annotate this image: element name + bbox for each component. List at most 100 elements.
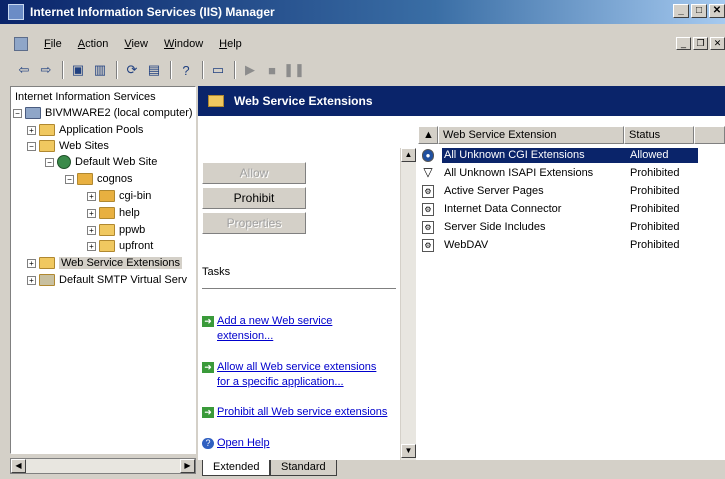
collapse-icon[interactable]: − xyxy=(13,108,22,118)
minimize-button[interactable]: _ xyxy=(673,4,689,18)
tree-item-label: upfront xyxy=(119,240,154,252)
tree-root[interactable]: Internet Information Services xyxy=(15,89,156,105)
tree-server[interactable]: − BIVMWARE2 (local computer) xyxy=(13,105,193,121)
extension-name: Active Server Pages xyxy=(444,185,544,197)
stop-icon[interactable]: ■ xyxy=(262,60,282,80)
extension-icon: ⚙ xyxy=(422,185,434,198)
list-row-isapi[interactable]: ▽ All Unknown ISAPI Extensions Prohibite… xyxy=(418,165,725,182)
collapse-icon[interactable]: − xyxy=(45,157,54,167)
tree-item-smtp[interactable]: + Default SMTP Virtual Serv xyxy=(27,272,187,288)
extensions-list[interactable]: ▲ Web Service Extension Status ● All Unk… xyxy=(418,126,725,460)
prohibit-button[interactable]: Prohibit xyxy=(202,187,306,209)
task-link-text[interactable]: Prohibit all Web service extensions xyxy=(217,405,387,420)
tree-horizontal-scrollbar[interactable]: ◀ ▶ xyxy=(10,458,196,474)
tasks-heading: Tasks xyxy=(202,266,231,278)
refresh-icon[interactable]: ⟳ xyxy=(122,60,142,80)
help-icon[interactable]: ? xyxy=(176,60,196,80)
expand-icon[interactable]: + xyxy=(27,258,36,268)
tab-standard[interactable]: Standard xyxy=(270,460,337,476)
task-link-text[interactable]: for a specific application... xyxy=(217,376,344,388)
forward-icon[interactable]: ⇨ xyxy=(36,60,56,80)
sort-column-header[interactable]: ▲ xyxy=(418,126,438,144)
expand-icon[interactable]: + xyxy=(87,225,96,235)
tree-item-app-pools[interactable]: + Application Pools xyxy=(27,122,143,138)
tree-item-cognos[interactable]: − cognos xyxy=(65,171,132,187)
expand-icon[interactable]: + xyxy=(27,125,36,135)
back-icon[interactable]: ⇦ xyxy=(14,60,34,80)
expand-icon[interactable]: + xyxy=(27,275,36,285)
menu-help[interactable]: Help xyxy=(211,38,250,50)
menu-window[interactable]: Window xyxy=(156,38,211,50)
column-header-extension[interactable]: Web Service Extension xyxy=(438,126,624,144)
show-hide-tree-icon[interactable]: ▥ xyxy=(90,60,110,80)
tree-item-upfront[interactable]: + upfront xyxy=(87,238,153,254)
expand-icon[interactable]: + xyxy=(87,191,96,201)
tree-item-label: Web Service Extensions xyxy=(59,257,183,269)
list-row-idc[interactable]: ⚙ Internet Data Connector Prohibited xyxy=(418,201,725,218)
pause-icon[interactable]: ❚❚ xyxy=(283,60,305,80)
tree-item-label: cognos xyxy=(97,173,133,185)
list-row-asp[interactable]: ⚙ Active Server Pages Prohibited xyxy=(418,183,725,200)
allow-button[interactable]: Allow xyxy=(202,162,306,184)
menu-action[interactable]: Action xyxy=(70,38,117,50)
extension-status: Prohibited xyxy=(630,167,680,179)
mmc-document-icon[interactable] xyxy=(14,37,28,51)
tree-pane[interactable]: Internet Information Services − BIVMWARE… xyxy=(10,86,196,454)
virtual-directory-icon xyxy=(77,173,93,185)
tree-item-help[interactable]: + help xyxy=(87,205,140,221)
tab-extended[interactable]: Extended xyxy=(202,460,271,476)
menu-file[interactable]: File xyxy=(36,38,70,50)
child-close-button[interactable]: ✕ xyxy=(710,37,725,50)
list-row-webdav[interactable]: ⚙ WebDAV Prohibited xyxy=(418,237,725,254)
tree-item-default-web-site[interactable]: − Default Web Site xyxy=(45,154,157,170)
task-add-extension-link[interactable]: ➜ Add a new Web service extension... xyxy=(202,314,398,344)
scroll-down-arrow-icon[interactable]: ▼ xyxy=(401,444,416,458)
play-icon[interactable]: ▶ xyxy=(240,60,260,80)
expand-icon[interactable]: + xyxy=(87,241,96,251)
tree-item-cgi-bin[interactable]: + cgi-bin xyxy=(87,188,151,204)
computer-icon[interactable]: ▭ xyxy=(208,60,228,80)
task-link-text[interactable]: Allow all Web service extensions xyxy=(217,361,376,373)
extension-icon: ⚙ xyxy=(422,221,434,234)
scroll-left-arrow-icon[interactable]: ◀ xyxy=(11,459,26,473)
column-header-status[interactable]: Status xyxy=(624,126,694,144)
extension-status: Allowed xyxy=(628,148,698,163)
tree-item-label: Web Sites xyxy=(59,140,109,152)
menu-view[interactable]: View xyxy=(116,38,156,50)
up-folder-icon[interactable]: ▣ xyxy=(68,60,88,80)
scroll-right-arrow-icon[interactable]: ▶ xyxy=(180,459,195,473)
tree-server-label: BIVMWARE2 (local computer) xyxy=(45,107,193,119)
export-list-icon[interactable]: ▤ xyxy=(144,60,164,80)
expand-icon[interactable]: + xyxy=(87,208,96,218)
taskpad: Allow Prohibit Properties Tasks ➜ Add a … xyxy=(198,116,398,460)
extension-icon: ⚙ xyxy=(422,239,434,252)
child-restore-button[interactable]: ❐ xyxy=(693,37,708,50)
view-tabs: Extended Standard xyxy=(198,460,725,479)
tree-item-label: Default SMTP Virtual Serv xyxy=(59,274,187,286)
maximize-button[interactable]: □ xyxy=(691,4,707,18)
tree-item-web-sites[interactable]: − Web Sites xyxy=(27,138,109,154)
task-open-help-link[interactable]: ? Open Help xyxy=(202,436,398,451)
collapse-icon[interactable]: − xyxy=(27,141,36,151)
task-link-text[interactable]: Open Help xyxy=(217,436,270,451)
task-link-text[interactable]: Add a new Web service xyxy=(217,315,332,327)
tree-item-web-service-extensions[interactable]: + Web Service Extensions xyxy=(27,255,183,271)
child-minimize-button[interactable]: _ xyxy=(676,37,691,50)
collapse-icon[interactable]: − xyxy=(65,174,74,184)
tree-item-label: Default Web Site xyxy=(75,156,158,168)
title-bar[interactable]: Internet Information Services (IIS) Mana… xyxy=(0,0,725,24)
scroll-up-arrow-icon[interactable]: ▲ xyxy=(401,148,416,162)
list-row-cgi[interactable]: ● All Unknown CGI Extensions Allowed xyxy=(418,147,725,164)
filter-icon: ▽ xyxy=(423,165,433,179)
taskpad-vertical-scrollbar[interactable]: ▲ ▼ xyxy=(400,148,416,460)
task-prohibit-all-link[interactable]: ➜ Prohibit all Web service extensions xyxy=(202,405,398,420)
task-arrow-icon: ➜ xyxy=(202,407,214,418)
tree-item-ppwb[interactable]: + ppwb xyxy=(87,222,145,238)
extension-status: Prohibited xyxy=(630,221,680,233)
close-button[interactable]: ✕ xyxy=(709,4,725,18)
task-link-text[interactable]: extension... xyxy=(217,330,273,342)
task-allow-all-link[interactable]: ➜ Allow all Web service extensions for a … xyxy=(202,360,398,390)
list-row-ssi[interactable]: ⚙ Server Side Includes Prohibited xyxy=(418,219,725,236)
properties-button[interactable]: Properties xyxy=(202,212,306,234)
toolbar-separator xyxy=(202,61,204,79)
